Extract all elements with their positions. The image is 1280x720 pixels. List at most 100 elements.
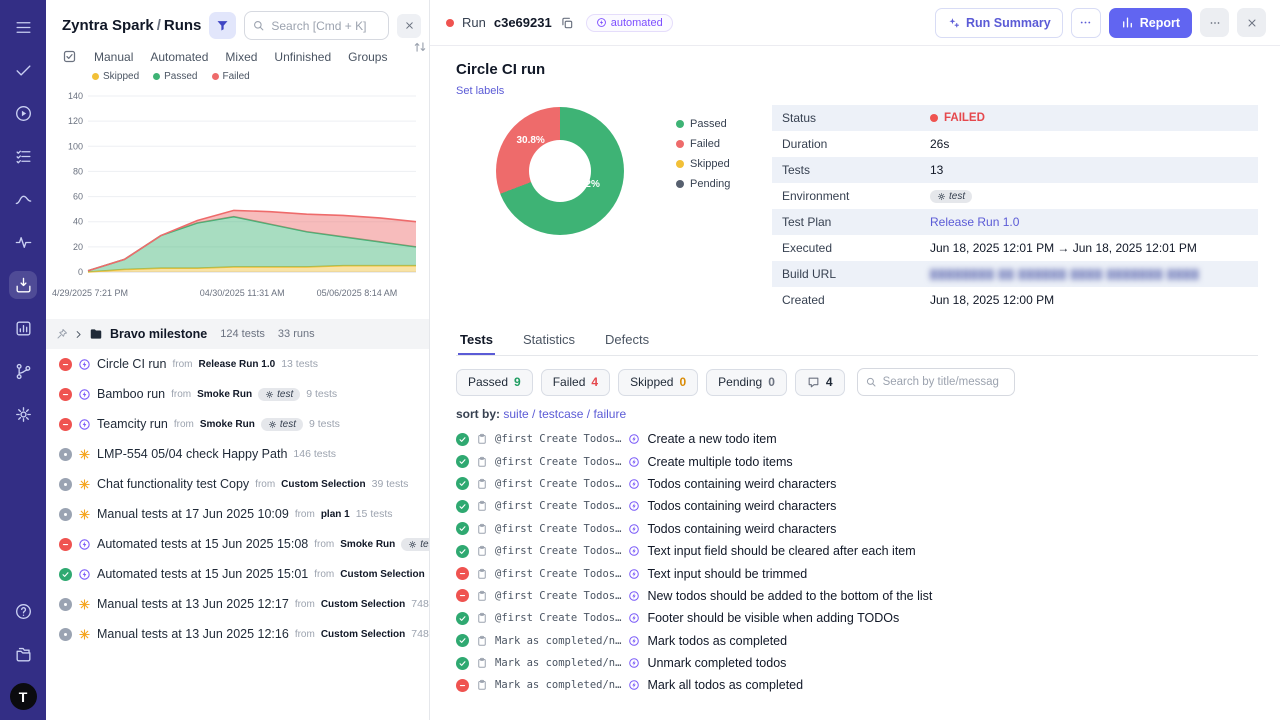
test-suite: @first Create Todos… [495, 500, 621, 512]
set-labels-link[interactable]: Set labels [456, 85, 504, 97]
run-list-item[interactable]: Automated tests at 15 Jun 2025 15:08 fro… [46, 529, 429, 559]
test-row[interactable]: @first Create Todos… Todos containing we… [456, 495, 1258, 517]
run-summary-button[interactable]: Run Summary [935, 8, 1063, 38]
runs-list[interactable]: Circle CI run from Release Run 1.0 13 te… [46, 349, 429, 720]
filter-button[interactable] [209, 12, 236, 39]
test-row[interactable]: Mark as completed/n… Unmark completed to… [456, 652, 1258, 674]
filter-pending[interactable]: Pending0 [706, 369, 787, 396]
branch-icon[interactable] [9, 357, 37, 385]
run-list-item[interactable]: Manual tests at 13 Jun 2025 12:17 from C… [46, 589, 429, 619]
legend-label: Passed [164, 71, 197, 82]
test-row[interactable]: @first Create Todos… Todos containing we… [456, 518, 1258, 540]
test-suite: Mark as completed/n… [495, 657, 621, 669]
sort-by-suite[interactable]: suite [503, 407, 528, 421]
run-list-item[interactable]: Teamcity run from Smoke Run test 9 tests [46, 409, 429, 439]
tasks-icon[interactable] [9, 56, 37, 84]
run-list-item[interactable]: Bamboo run from Smoke Run test 9 tests [46, 379, 429, 409]
run-list-item[interactable]: Automated tests at 15 Jun 2025 15:01 fro… [46, 559, 429, 589]
test-title: Create a new todo item [647, 432, 776, 446]
tab-tests[interactable]: Tests [458, 325, 495, 355]
automated-icon [628, 657, 640, 669]
test-row[interactable]: @first Create Todos… New todos should be… [456, 585, 1258, 607]
test-row[interactable]: @first Create Todos… Todos containing we… [456, 473, 1258, 495]
test-row[interactable]: @first Create Todos… Text input field sh… [456, 540, 1258, 562]
test-suite: @first Create Todos… [495, 568, 621, 580]
run-list-item[interactable]: LMP-554 05/04 check Happy Path 146 tests [46, 439, 429, 469]
detail-value: 26s [930, 137, 1248, 151]
test-row[interactable]: @first Create Todos… Footer should be vi… [456, 607, 1258, 629]
filter-skipped[interactable]: Skipped0 [618, 369, 698, 396]
detail-row-status: StatusFAILED [772, 105, 1258, 131]
automated-icon [628, 679, 640, 691]
clipboard-icon [476, 433, 488, 445]
filter-passed[interactable]: Passed9 [456, 369, 533, 396]
test-suite: @first Create Todos… [495, 545, 621, 557]
test-row[interactable]: @first Create Todos… Create a new todo i… [456, 428, 1258, 450]
test-row[interactable]: Mark as completed/n… Mark all todos as c… [456, 674, 1258, 696]
runs-search-input[interactable] [244, 11, 389, 40]
projects-icon[interactable] [9, 640, 37, 668]
tab-unfinished[interactable]: Unfinished [274, 50, 331, 64]
app-logo[interactable]: T [10, 683, 37, 710]
test-row[interactable]: @first Create Todos… Text input should b… [456, 562, 1258, 584]
test-suite: @first Create Todos… [495, 433, 621, 445]
tab-manual[interactable]: Manual [94, 50, 133, 64]
checklist-icon[interactable] [9, 142, 37, 170]
inbox-icon[interactable] [9, 271, 37, 299]
tab-mixed[interactable]: Mixed [225, 50, 257, 64]
comments-filter[interactable]: 4 [795, 369, 845, 396]
automated-icon [628, 478, 640, 490]
test-title: Footer should be visible when adding TOD… [647, 611, 899, 625]
detail-label: Created [782, 293, 930, 307]
run-source: Custom Selection [281, 479, 365, 490]
select-all-icon[interactable] [62, 49, 77, 64]
detail-value: FAILED [930, 112, 1248, 124]
pulse-icon[interactable] [9, 228, 37, 256]
detail-label: Build URL [782, 267, 930, 281]
build-url-redacted[interactable]: ████████ ██ ██████ ████ ███████ ████ [930, 269, 1200, 280]
detail-value: ████████ ██ ██████ ████ ███████ ████ [930, 269, 1248, 280]
sort-toggle-icon[interactable] [413, 40, 427, 54]
run-list-item[interactable]: Manual tests at 13 Jun 2025 12:16 from C… [46, 619, 429, 649]
close-run-button[interactable] [1237, 8, 1266, 37]
legend-dot [212, 73, 219, 80]
run-details: StatusFAILEDDuration26sTests13Environmen… [772, 105, 1258, 313]
test-row[interactable]: @first Create Todos… Create multiple tod… [456, 450, 1258, 472]
run-list-item[interactable]: Manual tests at 17 Jun 2025 10:09 from p… [46, 499, 429, 529]
analytics-icon[interactable] [9, 185, 37, 213]
milestone-row[interactable]: Bravo milestone 124 tests 33 runs [46, 319, 429, 349]
tests-search-input[interactable] [857, 368, 1015, 396]
tab-groups[interactable]: Groups [348, 50, 387, 64]
copy-run-id-button[interactable] [560, 16, 574, 30]
run-list-item[interactable]: Circle CI run from Release Run 1.0 13 te… [46, 349, 429, 379]
report-icon[interactable] [9, 314, 37, 342]
chevron-right-icon[interactable] [73, 329, 84, 340]
sort-by-testcase[interactable]: testcase [539, 407, 584, 421]
settings-icon[interactable] [9, 400, 37, 428]
more-actions-button[interactable] [1071, 8, 1101, 38]
tab-statistics[interactable]: Statistics [521, 325, 577, 355]
test-title: New todos should be added to the bottom … [647, 589, 932, 603]
tests-list[interactable]: @first Create Todos… Create a new todo i… [456, 428, 1258, 720]
gear-icon [937, 192, 946, 201]
filter-failed[interactable]: Failed4 [541, 369, 610, 396]
close-icon [1246, 17, 1258, 29]
run-list-item[interactable]: Chat functionality test Copy from Custom… [46, 469, 429, 499]
menu-icon[interactable] [9, 13, 37, 41]
test-plan-link[interactable]: Release Run 1.0 [930, 215, 1019, 229]
tab-automated[interactable]: Automated [150, 50, 208, 64]
clipboard-icon [476, 456, 488, 468]
breadcrumb-project[interactable]: Zyntra Spark [62, 17, 154, 34]
help-icon[interactable] [9, 597, 37, 625]
report-button[interactable]: Report [1109, 8, 1192, 38]
panel-close-button[interactable] [397, 14, 421, 38]
run-topbar: Run c3e69231 automated Run Summary Repor… [430, 0, 1280, 46]
breadcrumb-separator: / [157, 17, 161, 34]
svg-text:60: 60 [73, 192, 83, 202]
secondary-more-button[interactable] [1200, 8, 1229, 37]
tab-defects[interactable]: Defects [603, 325, 651, 355]
test-row[interactable]: Mark as completed/n… Mark todos as compl… [456, 630, 1258, 652]
pin-icon[interactable] [56, 328, 68, 340]
sort-by-failure[interactable]: failure [593, 407, 626, 421]
runs-icon[interactable] [9, 99, 37, 127]
